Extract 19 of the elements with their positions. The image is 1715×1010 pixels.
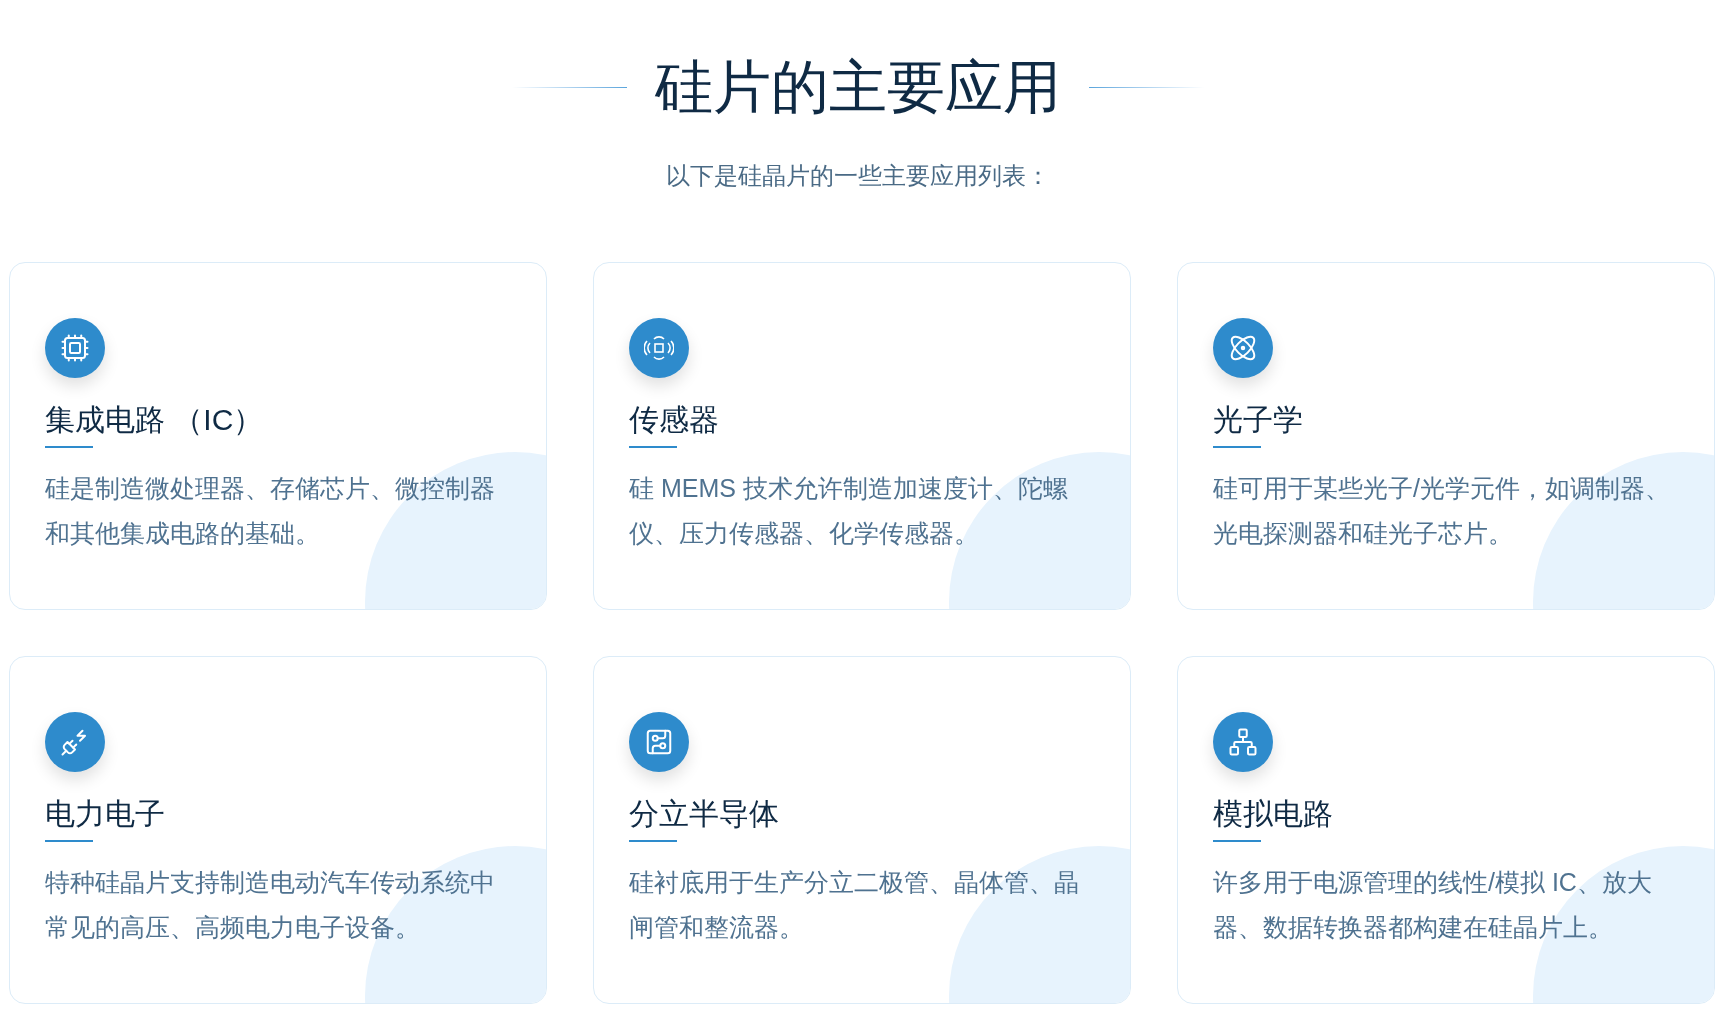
card-heading: 传感器 (629, 402, 720, 438)
page-title: 硅片的主要应用 (654, 53, 1061, 121)
card-description: 特种硅晶片支持制造电动汽车传动系统中常见的高压、高频电力电子设备。 (45, 867, 496, 943)
card-heading: 集成电路 （IC） (45, 402, 265, 438)
card-description: 硅 MEMS 技术允许制造加速度计、陀螺仪、压力传感器、化学传感器。 (629, 473, 1069, 549)
card-heading: 分立半导体 (629, 796, 780, 832)
card-description: 许多用于电源管理的线性/模拟 IC、放大器、数据转换器都构建在硅晶片上。 (1213, 867, 1653, 943)
chip-waves-icon (644, 333, 674, 363)
card-description: 硅是制造微处理器、存储芯片、微控制器和其他集成电路的基础。 (45, 473, 496, 549)
page-subtitle: 以下是硅晶片的一些主要应用列表： (664, 161, 1051, 191)
card-heading: 光子学 (1213, 402, 1304, 438)
card-description: 硅衬底用于生产分立二极管、晶体管、晶闸管和整流器。 (629, 867, 1080, 943)
card-description: 硅可用于某些光子/光学元件，如调制器、光电探测器和硅光子芯片。 (1213, 473, 1671, 549)
network-icon (1228, 727, 1258, 757)
card-heading: 模拟电路 (1213, 796, 1334, 832)
chip-icon (60, 333, 90, 363)
circuit-board-icon (644, 727, 674, 757)
atom-icon (1228, 333, 1258, 363)
card-heading: 电力电子 (45, 796, 166, 832)
